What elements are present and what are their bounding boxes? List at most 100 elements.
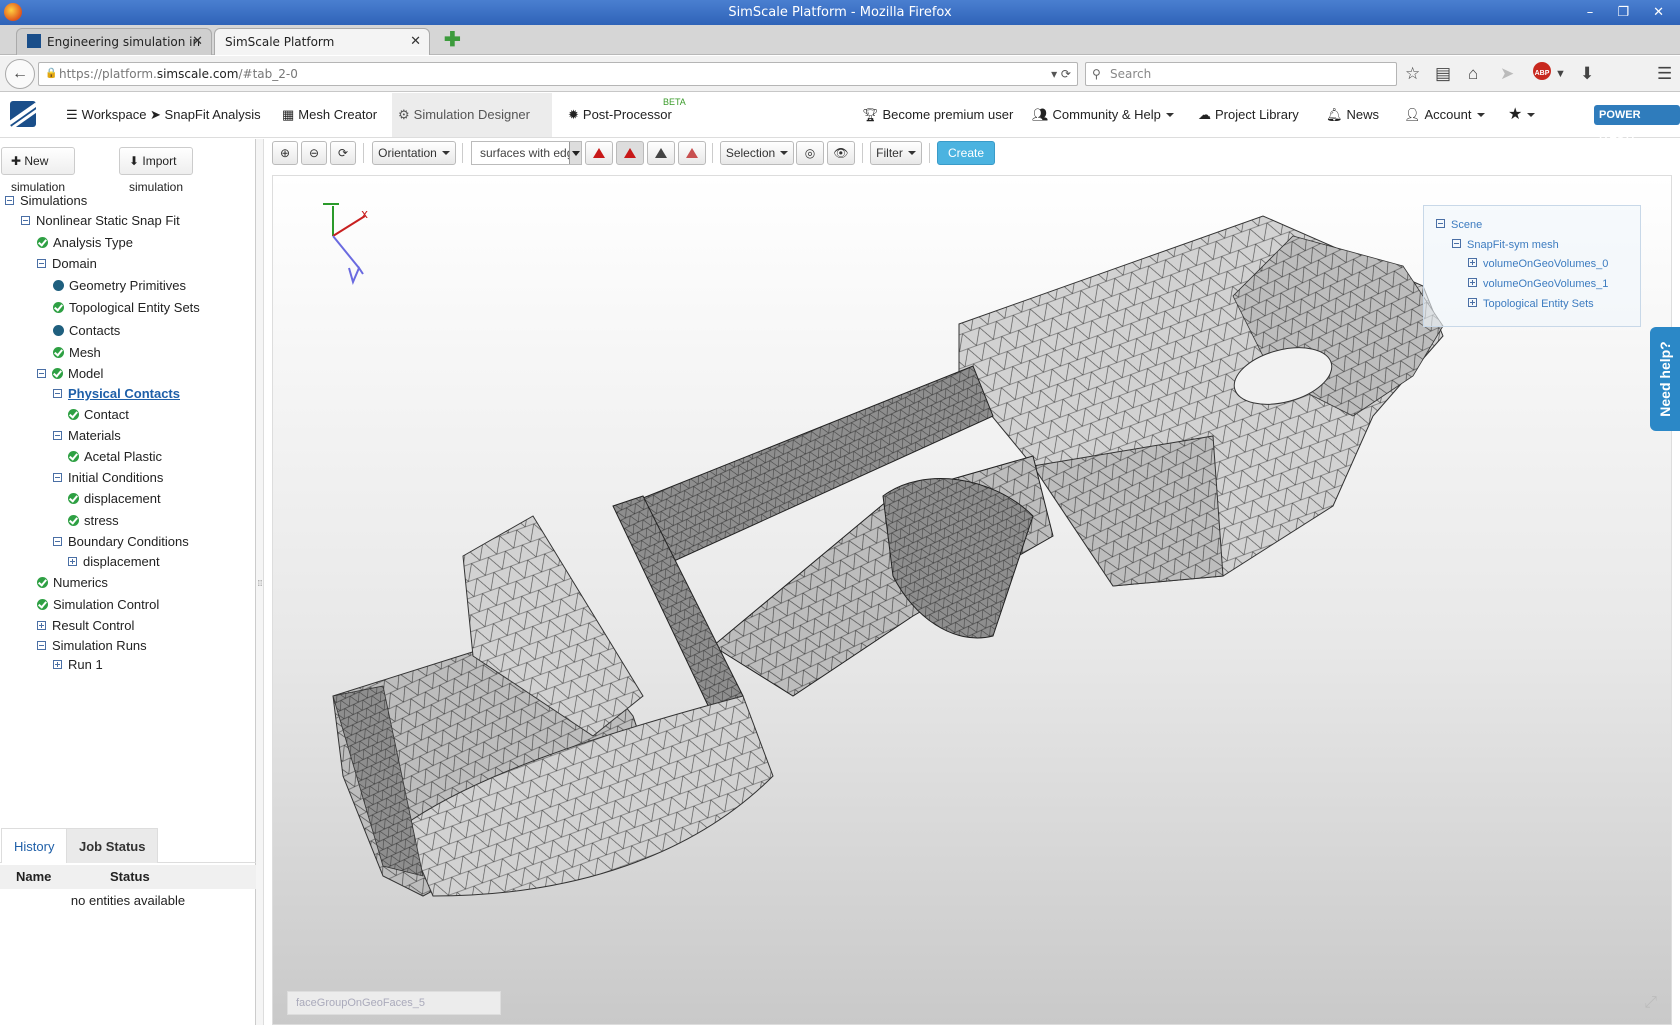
wireframe-button[interactable]: [647, 141, 675, 165]
scene-topological-sets[interactable]: Topological Entity Sets: [1468, 296, 1594, 312]
orientation-dropdown[interactable]: Orientation: [372, 141, 456, 165]
menu-icon[interactable]: ☰: [1657, 62, 1672, 86]
need-help-button[interactable]: Need help?: [1650, 327, 1680, 431]
points-button[interactable]: [678, 141, 706, 165]
nav-workspace[interactable]: ☰ Workspace ➤ SnapFit Analysis: [60, 93, 267, 137]
collapse-icon[interactable]: [37, 641, 46, 650]
tree-contact[interactable]: Contact: [68, 405, 129, 425]
collapse-icon[interactable]: [37, 369, 46, 378]
collapse-icon[interactable]: [21, 216, 30, 225]
tree-domain[interactable]: Domain: [37, 254, 97, 274]
select-arrow-icon[interactable]: [569, 142, 581, 164]
tree-displacement[interactable]: displacement: [68, 489, 161, 509]
tree-analysis-type[interactable]: Analysis Type: [37, 233, 133, 253]
new-tab-icon[interactable]: ✚: [444, 29, 461, 51]
3d-canvas[interactable]: x Scene SnapFit-sym mesh volumeOnGeoVolu…: [272, 175, 1672, 1025]
tree-geometry-primitives[interactable]: Geometry Primitives: [53, 276, 186, 296]
import-simulation-button[interactable]: ⬇ Import simulation: [119, 147, 194, 194]
window-controls[interactable]: – ❐ ✕: [1587, 0, 1674, 25]
download-icon[interactable]: ⬇: [1580, 62, 1594, 86]
nav-project-library[interactable]: ☁ Project Library: [1192, 93, 1305, 137]
expand-icon[interactable]: [1468, 298, 1477, 307]
send-icon[interactable]: ➤: [1500, 62, 1514, 86]
reading-list-icon[interactable]: ▤: [1435, 62, 1451, 86]
back-button[interactable]: ←: [5, 59, 35, 89]
collapse-icon[interactable]: [53, 389, 62, 398]
scene-volume-1[interactable]: volumeOnGeoVolumes_1: [1468, 276, 1608, 292]
tree-contacts[interactable]: Contacts: [53, 321, 120, 341]
collapse-icon[interactable]: [53, 537, 62, 546]
browser-tab-engineering[interactable]: Engineering simulation in yo... ✕: [16, 28, 212, 75]
tree-run1[interactable]: Run 1: [53, 655, 103, 675]
selection-dropdown[interactable]: Selection: [720, 141, 794, 165]
tab-job-status[interactable]: Job Status: [66, 828, 159, 863]
expand-icon[interactable]: [68, 557, 77, 566]
nav-mesh-creator[interactable]: ▦ Mesh Creator: [276, 93, 383, 137]
tree-mesh[interactable]: Mesh: [53, 343, 101, 363]
simscale-logo-icon[interactable]: [10, 101, 36, 127]
collapse-icon[interactable]: [1436, 219, 1445, 228]
zoom-in-button[interactable]: ⊕: [272, 141, 298, 165]
close-tab-icon[interactable]: ✕: [410, 29, 421, 55]
surface-edges-button[interactable]: [616, 141, 644, 165]
tree-initial-conditions[interactable]: Initial Conditions: [53, 468, 163, 488]
scene-volume-0[interactable]: volumeOnGeoVolumes_0: [1468, 256, 1608, 272]
show-all-button[interactable]: 👁︎: [827, 141, 855, 165]
tree-model[interactable]: Model: [37, 364, 103, 384]
nav-community[interactable]: 👥︎ Community & Help: [1026, 93, 1180, 137]
expand-icon[interactable]: [1468, 278, 1477, 287]
close-tab-icon[interactable]: ✕: [192, 29, 203, 55]
reload-icon[interactable]: ▾ ⟳: [1051, 63, 1071, 85]
face-group-label[interactable]: faceGroupOnGeoFaces_5: [287, 991, 501, 1015]
hide-selection-button[interactable]: ◎: [796, 141, 824, 165]
create-set-button[interactable]: Create set: [937, 141, 996, 182]
bookmark-star-icon[interactable]: ☆: [1405, 62, 1420, 86]
nav-news[interactable]: 🔔︎ News: [1320, 93, 1385, 137]
home-icon[interactable]: ⌂: [1468, 62, 1478, 86]
nav-account[interactable]: 👤︎ Account: [1398, 93, 1491, 137]
expand-icon[interactable]: [1468, 258, 1477, 267]
nav-simulation-designer[interactable]: ⚙ Simulation Designer: [392, 93, 552, 137]
tree-nonlinear[interactable]: Nonlinear Static Snap Fit: [21, 211, 180, 231]
browser-tab-simscale[interactable]: SimScale Platform ✕: [214, 28, 430, 55]
search-input[interactable]: ⚲ Search: [1085, 62, 1397, 86]
fullscreen-icon[interactable]: ⤢: [1644, 994, 1657, 1012]
zoom-out-button[interactable]: ⊖: [301, 141, 327, 165]
tree-simulation-control[interactable]: Simulation Control: [37, 595, 159, 615]
collapse-icon[interactable]: [1452, 239, 1461, 248]
solid-surface-button[interactable]: [585, 141, 613, 165]
scene-mesh[interactable]: SnapFit-sym mesh: [1452, 237, 1559, 253]
tree-result-control[interactable]: Result Control: [37, 616, 134, 636]
scene-root[interactable]: Scene: [1436, 217, 1482, 233]
tree-physical-contacts[interactable]: Physical Contacts: [53, 384, 180, 404]
reset-view-button[interactable]: ⟳: [330, 141, 356, 165]
tree-stress[interactable]: stress: [68, 511, 119, 531]
filter-dropdown[interactable]: Filter: [870, 141, 922, 165]
collapse-icon[interactable]: [37, 259, 46, 268]
expand-icon[interactable]: [53, 660, 62, 669]
nav-favorites[interactable]: ★: [1502, 93, 1541, 137]
tree-numerics[interactable]: Numerics: [37, 573, 108, 593]
url-bar[interactable]: 🔒 https://platform.simscale.com/#tab_2-0…: [38, 62, 1078, 86]
render-mode-select[interactable]: surfaces with edges: [471, 141, 582, 165]
tree-simulations[interactable]: Simulations: [5, 191, 87, 211]
tree-topological-sets[interactable]: Topological Entity Sets: [53, 298, 200, 318]
collapse-icon[interactable]: [5, 196, 14, 205]
tab-history[interactable]: History: [1, 828, 68, 863]
tree-bc-displacement[interactable]: displacement: [68, 552, 160, 572]
tree-boundary-conditions[interactable]: Boundary Conditions: [53, 532, 189, 552]
new-simulation-button[interactable]: ✚ New simulation: [1, 147, 76, 194]
tree-simulation-runs[interactable]: Simulation Runs: [37, 636, 147, 656]
tree-materials[interactable]: Materials: [53, 426, 121, 446]
tree-acetal-plastic[interactable]: Acetal Plastic: [68, 447, 162, 467]
nav-post-processor[interactable]: ✹ Post-Processor BETA: [562, 93, 686, 137]
adblock-menu-icon[interactable]: ▼: [1555, 62, 1566, 86]
nav-premium[interactable]: 🏆︎ Become premium user: [856, 93, 1019, 137]
panel-splitter[interactable]: ⁞⁞: [256, 139, 264, 1025]
expand-icon[interactable]: [37, 621, 46, 630]
power-test-badge[interactable]: POWER (TEST): [1594, 105, 1680, 141]
column-status[interactable]: Status: [110, 865, 150, 889]
collapse-icon[interactable]: [53, 431, 62, 440]
column-name[interactable]: Name: [16, 865, 51, 889]
collapse-icon[interactable]: [53, 473, 62, 482]
